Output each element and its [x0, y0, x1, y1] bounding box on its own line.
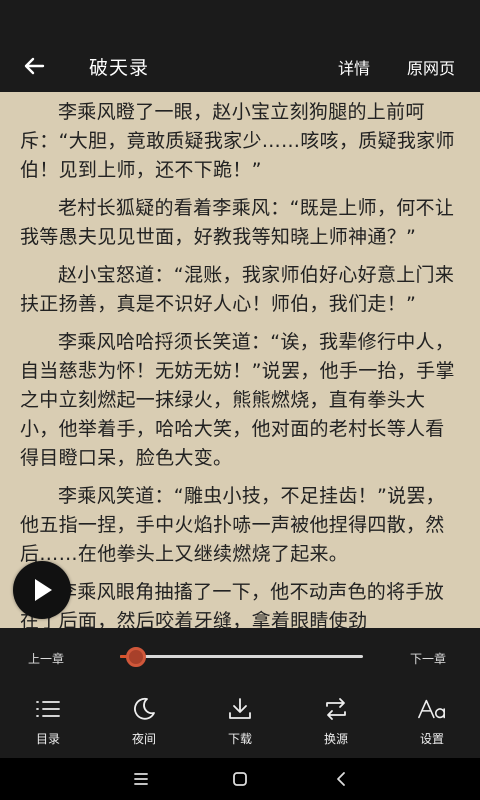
swap-icon: [326, 698, 346, 720]
nav-menu-button[interactable]: [127, 766, 155, 792]
toolbar-settings-button[interactable]: 设置: [400, 694, 464, 754]
toolbar-download-button[interactable]: 下载: [208, 694, 272, 754]
toolbar-label: 下载: [227, 732, 252, 746]
menu-icon: [134, 773, 148, 785]
play-icon: [35, 579, 52, 601]
prev-chapter-button[interactable]: 上一章: [28, 650, 64, 667]
details-link[interactable]: 详情: [338, 55, 370, 79]
chevron-left-icon: [337, 772, 345, 786]
paragraph: 李乘风笑道：“雕虫小技，不足挂齿！”说罢，他五指一捏，手中火焰扑哧一声被他捏得四…: [20, 485, 445, 565]
reading-area[interactable]: 李乘风瞪了一眼，赵小宝立刻狗腿的上前呵斥：“大胆，竟敢质疑我家少……咳咳，质疑我…: [0, 92, 480, 628]
paragraph: 赵小宝怒道：“混账，我家师伯好心好意上门来扶正扬善，真是不识好人心！师伯，我们走…: [20, 264, 455, 315]
arrow-left-icon: [24, 57, 45, 75]
nav-home-button[interactable]: [226, 766, 254, 792]
chapter-text: 李乘风瞪了一眼，赵小宝立刻狗腿的上前呵斥：“大胆，竟敢质疑我家少……咳咳，质疑我…: [20, 98, 462, 628]
bottom-toolbar: 目录 夜间 下载 换源 设置: [0, 694, 480, 754]
system-navigation-bar: [0, 758, 480, 800]
paragraph: 李乘风哈哈捋须长笑道：“诶，我辈修行中人，自当慈悲为怀！无妨无妨！”说罢，他手一…: [20, 331, 455, 469]
paragraph: 李乘风瞪了一眼，赵小宝立刻狗腿的上前呵斥：“大胆，竟敢质疑我家少……咳咳，质疑我…: [20, 101, 455, 181]
home-square-icon: [233, 772, 247, 786]
status-bar: [0, 0, 480, 40]
toolbar-night-mode-button[interactable]: 夜间: [112, 694, 176, 754]
paragraph: 老村长狐疑的看着李乘风：“既是上师，何不让我等愚夫见见世面，好教我等知晓上师神通…: [20, 197, 455, 248]
reader-control-panel: 上一章 下一章 目录 夜间 下载 换源 设置: [0, 628, 480, 758]
toolbar-label: 换源: [323, 732, 348, 746]
paragraph: 李乘风眼角抽搐了一下，他不动声色的将手放在了后面，然后咬着牙缝，拿着眼睛使劲: [20, 581, 445, 628]
chapter-progress-slider[interactable]: [120, 647, 363, 667]
progress-thumb[interactable]: [126, 647, 147, 667]
original-page-link[interactable]: 原网页: [407, 55, 455, 79]
book-title: 破天录: [89, 57, 150, 79]
toolbar-label: 目录: [35, 732, 60, 746]
toolbar-catalog-button[interactable]: 目录: [16, 694, 80, 754]
font-settings-icon: [418, 699, 445, 719]
toolbar-label: 夜间: [131, 732, 156, 746]
toolbar-label: 设置: [419, 732, 444, 746]
list-icon: [36, 701, 60, 717]
tts-play-button[interactable]: [13, 561, 71, 619]
nav-back-button[interactable]: [327, 766, 355, 792]
next-chapter-button[interactable]: 下一章: [410, 650, 446, 667]
moon-icon: [134, 697, 155, 720]
back-button[interactable]: [16, 52, 52, 80]
top-app-bar: 破天录 详情 原网页: [0, 40, 480, 92]
download-icon: [229, 698, 251, 719]
toolbar-change-source-button[interactable]: 换源: [304, 694, 368, 754]
